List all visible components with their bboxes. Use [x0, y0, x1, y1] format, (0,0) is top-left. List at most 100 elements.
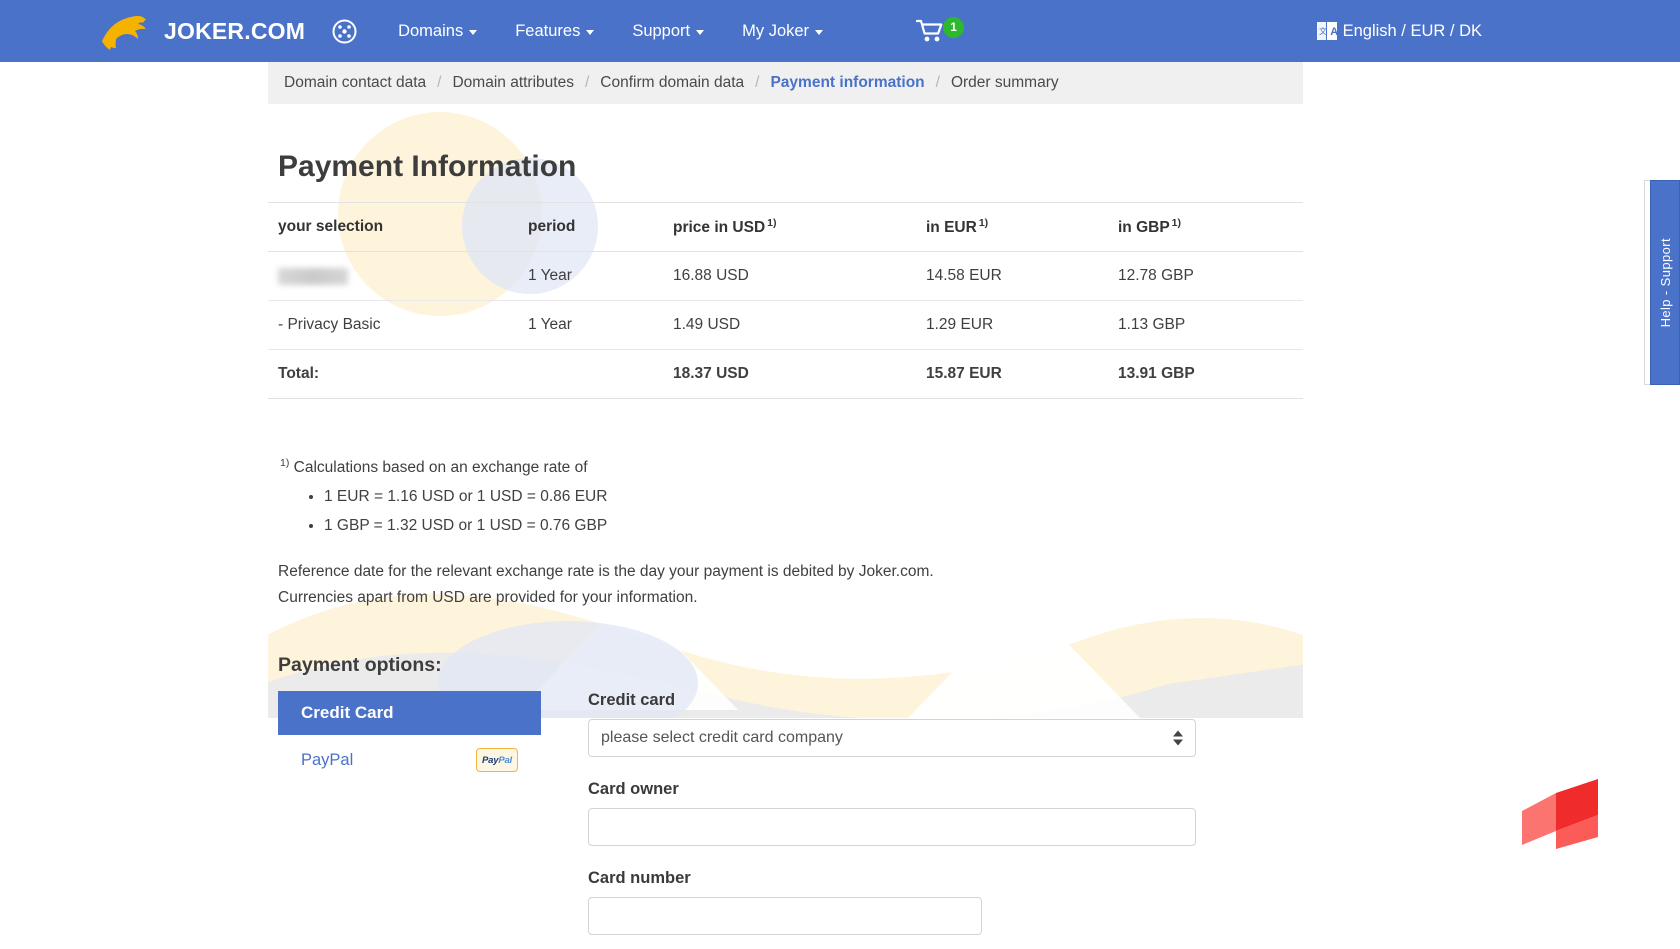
chevron-down-icon: [586, 29, 595, 35]
cell-price-usd: 1.49 USD: [663, 300, 916, 351]
exchange-rate-notes: 1) Calculations based on an exchange rat…: [268, 399, 1303, 610]
footnote-marker: 1): [1171, 217, 1182, 229]
language-book-icon: A 文: [1316, 22, 1338, 40]
breadcrumb-item-domain-attributes[interactable]: Domain attributes: [450, 74, 575, 92]
nav-item-support-label: Support: [632, 21, 691, 40]
help-support-tab-label: Help - Support: [1657, 237, 1673, 328]
column-header-your-selection-label: your selection: [278, 218, 384, 236]
table-header-row: your selection period price in USD 1) in …: [268, 201, 1303, 253]
brand-logo-link[interactable]: JOKER.COM: [96, 11, 305, 51]
chevron-down-icon: [469, 29, 478, 35]
cell-price-gbp: 1.13 GBP: [1108, 300, 1303, 351]
joker-jester-icon: [102, 15, 146, 50]
breadcrumb-separator: /: [437, 74, 442, 91]
breadcrumb-item-confirm-domain-data[interactable]: Confirm domain data: [598, 74, 746, 92]
table-row: - Privacy Basic 1 Year 1.49 USD 1.29 EUR…: [268, 300, 1303, 351]
language-currency-selector[interactable]: A 文 English / EUR / DK: [1316, 20, 1482, 42]
breadcrumb-item-domain-contact-data[interactable]: Domain contact data: [282, 74, 428, 92]
reference-note: Reference date for the relevant exchange…: [278, 560, 1293, 610]
column-header-price-gbp-label: in GBP: [1118, 219, 1170, 237]
nav-item-my-joker-label: My Joker: [742, 21, 810, 40]
list-item: 1 GBP = 1.32 USD or 1 USD = 0.76 GBP: [324, 514, 1293, 538]
column-header-your-selection: your selection: [268, 201, 518, 253]
notes-intro-text: Calculations based on an exchange rate o…: [293, 459, 588, 477]
breadcrumb-separator: /: [584, 74, 590, 91]
chevron-down-icon: [1173, 739, 1183, 746]
cell-price-usd: 16.88 USD: [663, 251, 916, 302]
exchange-rate-list: 1 EUR = 1.16 USD or 1 USD = 0.86 EUR 1 G…: [278, 485, 1293, 538]
cell-total-label: Total:: [268, 349, 518, 400]
redacted-domain-name: [278, 267, 348, 285]
nav-item-support[interactable]: Support: [613, 22, 723, 41]
shopping-cart-icon: [916, 19, 943, 42]
cart-button[interactable]: 1: [916, 16, 965, 44]
chevron-up-icon: [1173, 730, 1183, 737]
field-group-card-owner: Card owner: [588, 780, 1198, 847]
breadcrumb-separator: /: [755, 74, 760, 91]
cell-total-eur: 15.87 EUR: [916, 349, 1108, 400]
breadcrumb-separator: /: [935, 74, 940, 91]
breadcrumb-item-payment-information[interactable]: Payment information: [768, 74, 926, 92]
cell-total-usd: 18.37 USD: [663, 349, 916, 400]
payment-options-heading: Payment options:: [278, 654, 442, 677]
nav-item-domains-label: Domains: [398, 21, 464, 40]
page-body: Domain contact data / Domain attributes …: [0, 62, 1680, 949]
column-header-price-usd-label: price in USD: [673, 219, 766, 237]
select-stepper-arrows-icon: [1173, 730, 1183, 746]
reference-note-line-1: Reference date for the relevant exchange…: [278, 563, 934, 581]
card-number-label: Card number: [588, 869, 691, 888]
payment-method-credit-card[interactable]: Credit Card: [278, 691, 541, 736]
payment-method-credit-card-label: Credit Card: [301, 703, 394, 723]
corner-ribbon-badge-icon: [1522, 779, 1598, 849]
nav-item-features[interactable]: Features: [496, 22, 613, 41]
column-header-price-gbp: in GBP 1): [1108, 201, 1303, 253]
cell-selection-privacy: - Privacy Basic: [268, 300, 518, 351]
cell-total-period: [518, 349, 663, 400]
footnote-marker: 1): [280, 457, 290, 470]
language-currency-label: English / EUR / DK: [1342, 21, 1482, 40]
credit-card-form: Credit card please select credit card co…: [588, 691, 1198, 949]
table-header: your selection period price in USD 1) in …: [268, 201, 1303, 253]
nav-item-domains[interactable]: Domains: [379, 22, 496, 41]
brand-name: JOKER.COM: [164, 17, 306, 44]
svg-text:A: A: [1330, 26, 1338, 38]
credit-card-company-selected-value: please select credit card company: [601, 729, 843, 747]
credit-card-label: Credit card: [588, 691, 676, 710]
dashboard-gauge-icon[interactable]: [331, 18, 357, 44]
column-header-price-eur-label: in EUR: [926, 219, 977, 237]
table-body: 1 Year 16.88 USD 14.58 EUR 12.78 GBP - P…: [268, 251, 1303, 400]
breadcrumb: Domain contact data / Domain attributes …: [268, 62, 1303, 104]
main-nav: Domains Features Support My Joker: [379, 22, 842, 41]
chevron-down-icon: [815, 29, 824, 35]
cell-selection-domain: [268, 251, 518, 302]
cell-total-gbp: 13.91 GBP: [1108, 349, 1303, 400]
column-header-period: period: [518, 201, 663, 253]
column-header-period-label: period: [528, 218, 576, 236]
payment-options-area: Credit Card PayPal Pay Pal Credit card pl…: [278, 691, 1303, 949]
payment-method-list: Credit Card PayPal Pay Pal: [278, 691, 541, 949]
nav-item-features-label: Features: [515, 21, 581, 40]
card-owner-input[interactable]: [588, 808, 1196, 847]
cart-count-badge: 1: [943, 16, 965, 38]
svg-text:文: 文: [1319, 26, 1327, 36]
card-number-input[interactable]: [588, 897, 982, 936]
paypal-logo-icon: Pay Pal: [476, 748, 518, 773]
price-summary-table: your selection period price in USD 1) in …: [268, 201, 1303, 400]
chevron-down-icon: [696, 29, 705, 35]
help-support-tab[interactable]: Help - Support: [1650, 180, 1680, 385]
payment-method-paypal[interactable]: PayPal Pay Pal: [278, 735, 541, 785]
field-group-credit-card: Credit card please select credit card co…: [588, 691, 1198, 758]
cell-price-eur: 14.58 EUR: [916, 251, 1108, 302]
card-owner-label: Card owner: [588, 780, 679, 799]
nav-item-my-joker[interactable]: My Joker: [723, 22, 842, 41]
list-item: 1 EUR = 1.16 USD or 1 USD = 0.86 EUR: [324, 485, 1293, 509]
column-header-price-eur: in EUR 1): [916, 201, 1108, 253]
cell-period: 1 Year: [518, 251, 663, 302]
footnote-marker: 1): [767, 217, 777, 229]
footnote-marker: 1): [978, 217, 989, 229]
top-navigation-bar: JOKER.COM Domains Features Support My Jo…: [0, 0, 1680, 62]
field-group-card-number: Card number: [588, 869, 1198, 936]
cell-price-gbp: 12.78 GBP: [1108, 251, 1303, 302]
breadcrumb-item-order-summary[interactable]: Order summary: [949, 74, 1061, 92]
credit-card-company-select[interactable]: please select credit card company: [588, 719, 1196, 758]
